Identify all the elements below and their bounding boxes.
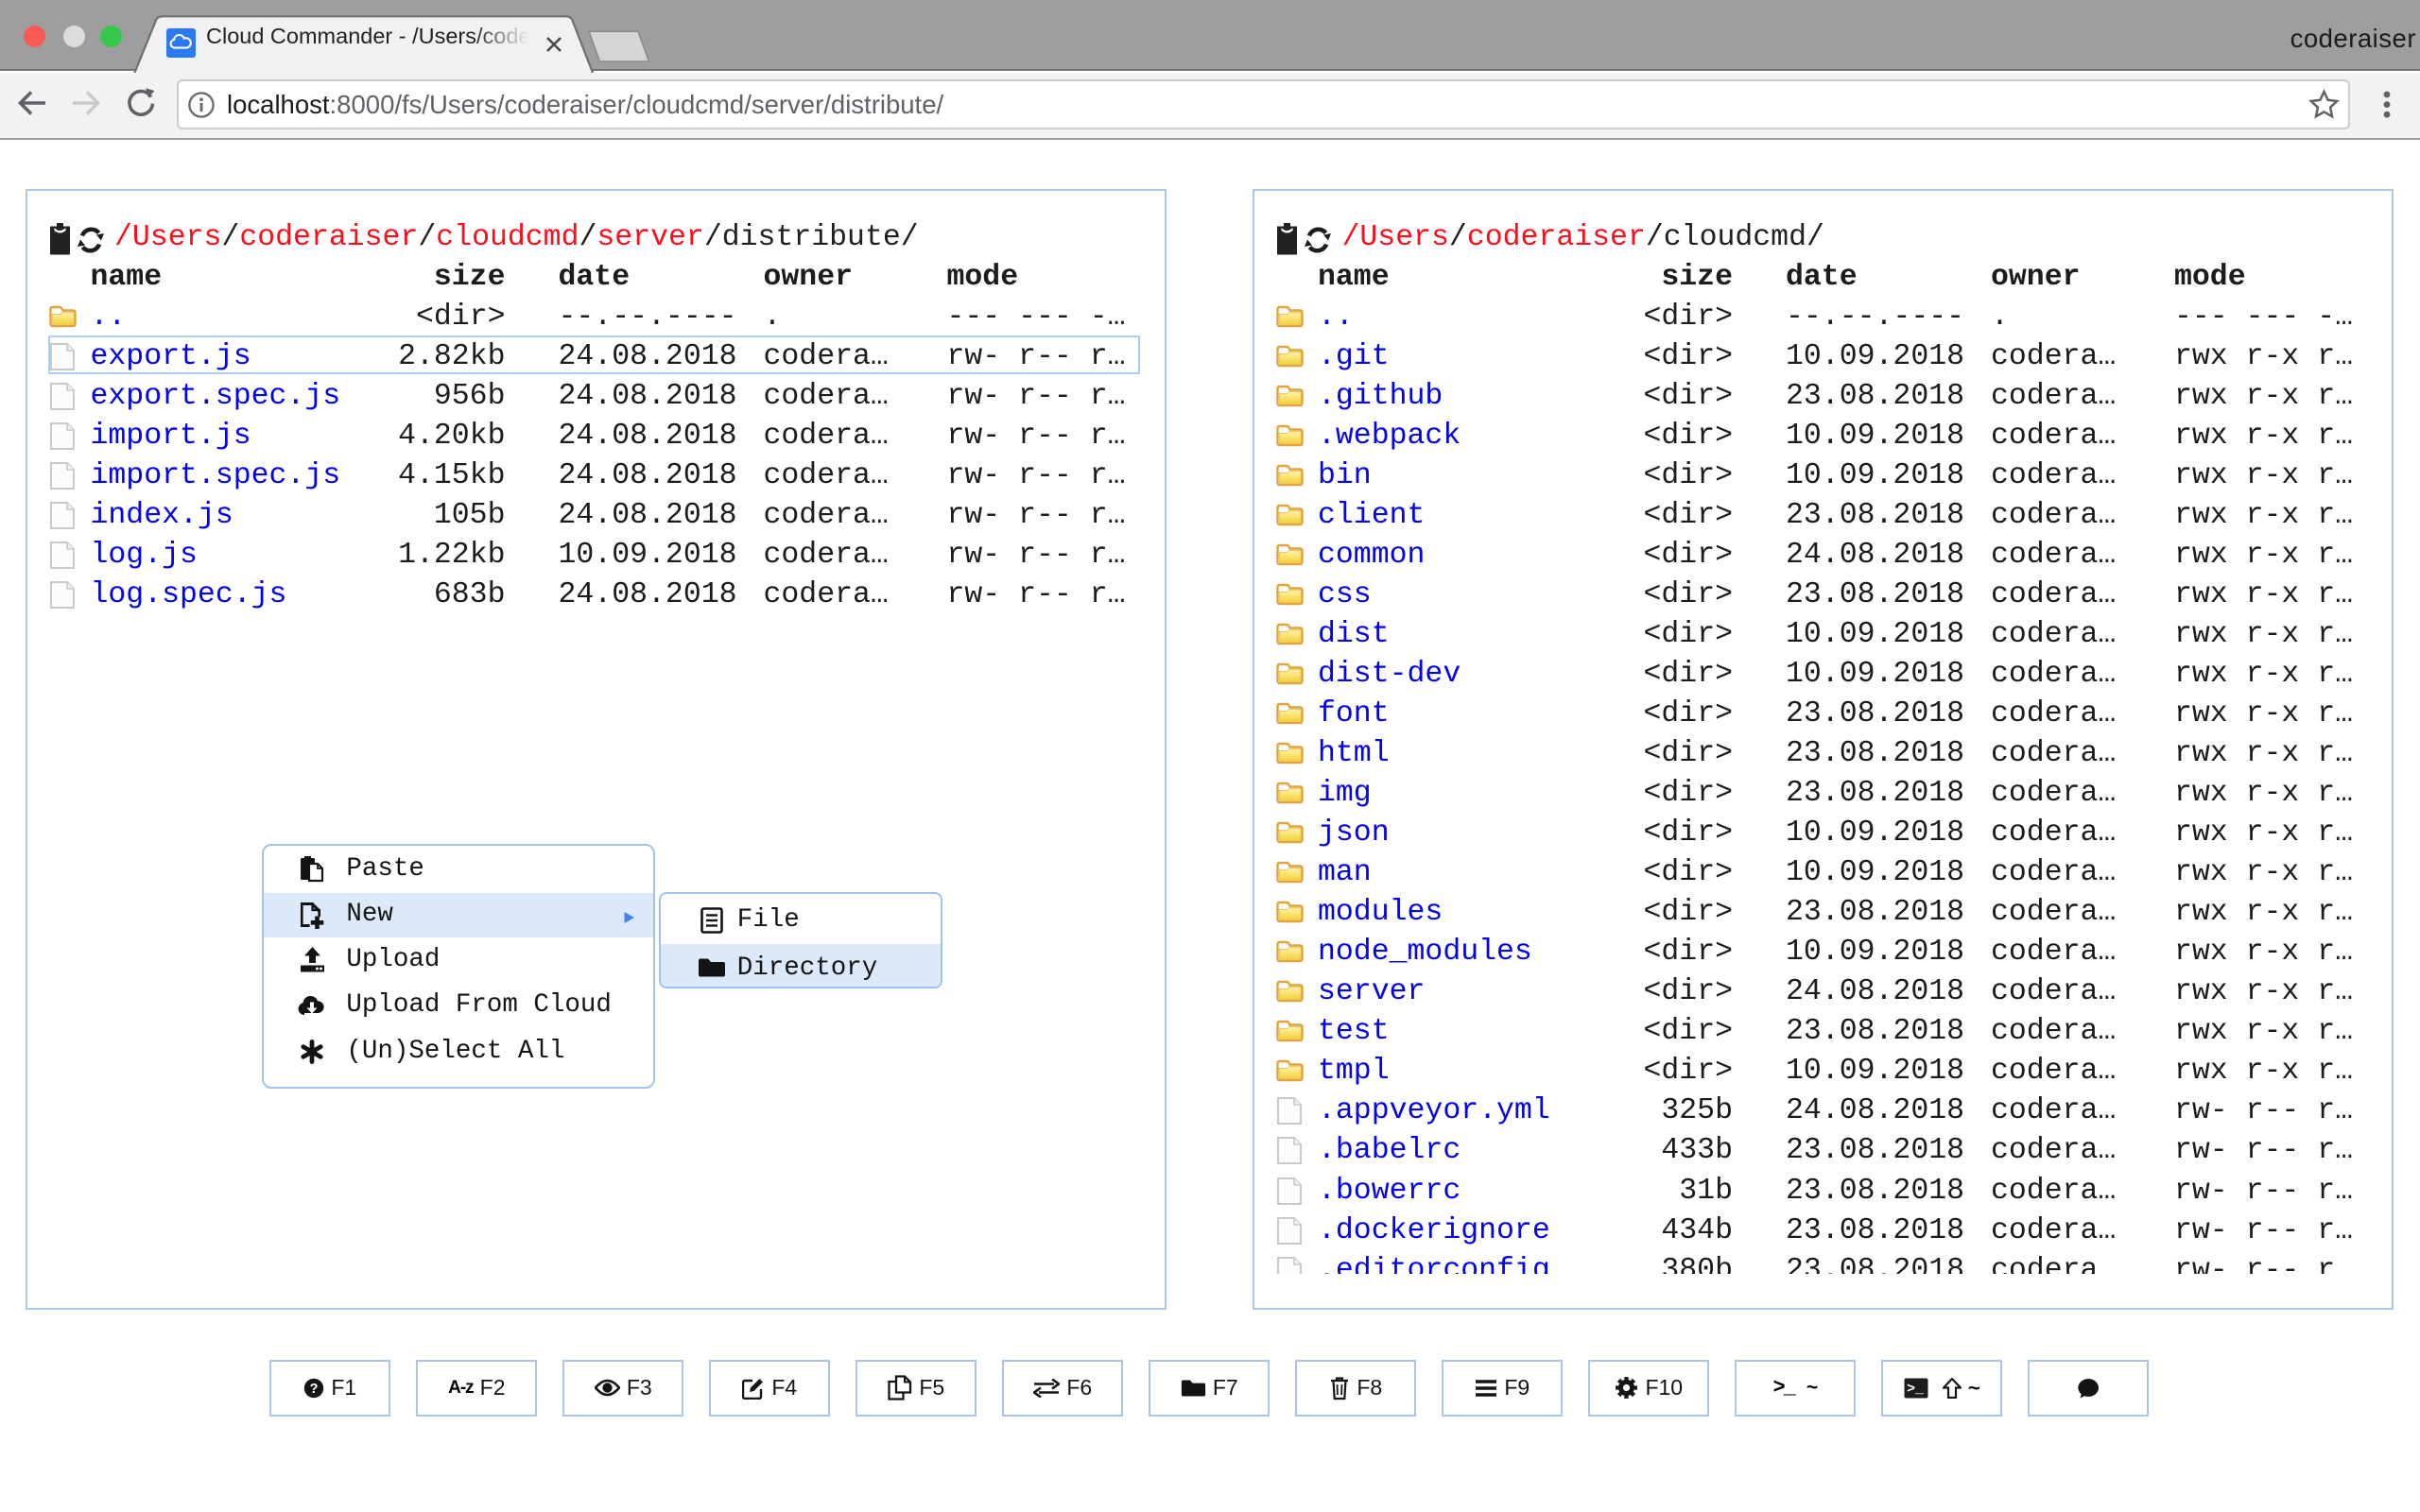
svg-text:>_: >_ xyxy=(1907,1381,1925,1397)
svg-text:?: ? xyxy=(310,1382,319,1397)
